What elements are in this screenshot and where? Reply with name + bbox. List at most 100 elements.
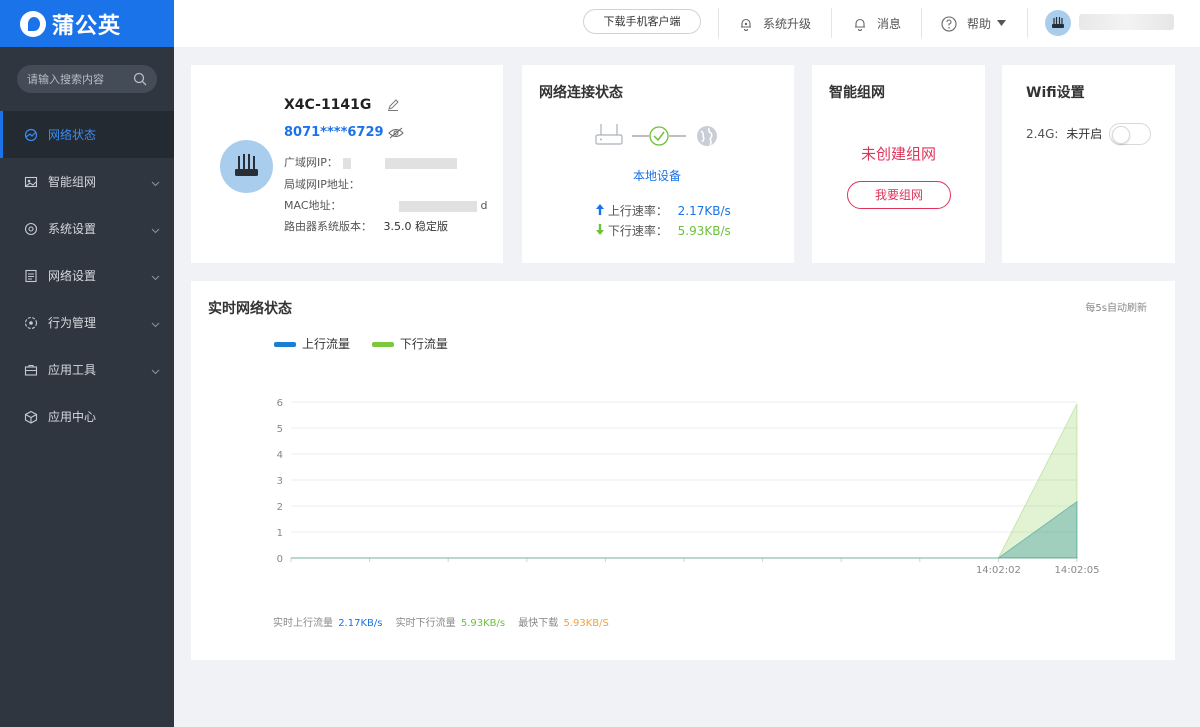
connection-ok-icon [632, 126, 686, 149]
upgrade-bell-icon [741, 18, 751, 31]
eye-hidden-icon[interactable] [388, 127, 404, 142]
wifi-card: Wifi设置 2.4G: 未开启 [1002, 65, 1175, 263]
header-divider [831, 8, 832, 38]
router-outline-icon [594, 121, 624, 150]
sidebar-item-app-center[interactable]: 应用中心 [0, 393, 174, 440]
mesh-card: 智能组网 未创建组网 我要组网 [812, 65, 985, 263]
wifi-band-label: 2.4G: [1026, 127, 1059, 141]
behavior-icon [24, 316, 38, 330]
sidebar-item-system-settings[interactable]: 系统设置 [0, 205, 174, 252]
mac-label: MAC地址： [284, 199, 342, 212]
chevron-down-icon [151, 176, 160, 190]
toolbox-icon [24, 363, 38, 377]
sidebar-item-label: 网络状态 [48, 128, 97, 142]
realtime-stats: 实时上行流量 2.17KB/s 实时下行流量 5.93KB/s 最快下载 5.9… [273, 614, 609, 629]
legend-label-down: 下行流量 [399, 337, 448, 351]
sidebar-item-tools[interactable]: 应用工具 [0, 346, 174, 393]
down-stat-label: 实时下行流量 [395, 618, 456, 629]
mesh-title: 智能组网 [829, 85, 885, 101]
edit-icon[interactable] [387, 99, 399, 114]
device-name: X4C-1141G [284, 97, 372, 113]
realtime-card: 实时网络状态 每5s自动刷新 上行流量 下行流量 0 1 2 3 4 5 6 14:02:02… [191, 281, 1175, 660]
wan-ip-row: 广域网IP： [284, 154, 457, 170]
mac-row: MAC地址： d [284, 197, 488, 213]
legend-swatch-down [371, 342, 394, 347]
up-stat-value: 2.17KB/s [338, 618, 383, 629]
header-divider [921, 8, 922, 38]
version-value: 3.5.0 稳定版 [383, 220, 449, 233]
y-tick-label: 1 [277, 528, 283, 539]
device-card: X4C-1141G 8071****6729 广域网IP： 局域网IP地址： M… [191, 65, 503, 263]
max-stat-label: 最快下载 [518, 618, 559, 629]
chevron-down-icon [151, 317, 160, 331]
logo-icon [20, 10, 46, 37]
messages-button[interactable]: 消息 [853, 0, 901, 47]
bell-icon [855, 18, 865, 31]
create-mesh-button[interactable]: 我要组网 [847, 181, 951, 209]
sidebar-item-network-status[interactable]: 网络状态 [0, 111, 174, 158]
connection-card: 网络连接状态 本地设备 上行速率： 2.17KB/s 下行速率： 5.93KB/… [522, 65, 794, 263]
sidebar-item-label: 系统设置 [48, 222, 97, 236]
legend-item-down[interactable]: 下行流量 [371, 337, 448, 351]
y-tick-label: 3 [277, 476, 283, 487]
realtime-title: 实时网络状态 [208, 301, 292, 317]
top-header: 下载手机客户端 系统升级 消息 帮助 [174, 0, 1200, 47]
down-stat-value: 5.93KB/s [460, 618, 506, 629]
y-tick-label: 6 [277, 398, 283, 409]
system-upgrade-button[interactable]: 系统升级 [739, 0, 811, 47]
search-icon[interactable] [133, 72, 147, 86]
arrow-up-icon [596, 204, 604, 215]
chart-legend: 上行流量 下行流量 [274, 335, 448, 352]
wifi-title: Wifi设置 [1026, 85, 1085, 101]
lan-ip-row: 局域网IP地址： [284, 176, 360, 192]
router-icon [1052, 17, 1064, 28]
brand-logo[interactable]: 蒲公英 [0, 0, 174, 47]
mesh-icon [24, 175, 38, 189]
version-row: 路由器系统版本： 3.5.0 稳定版 [284, 218, 448, 234]
download-rate-value: 5.93KB/s [677, 224, 731, 238]
sidebar-item-network-settings[interactable]: 网络设置 [0, 252, 174, 299]
legend-item-up[interactable]: 上行流量 [274, 337, 354, 351]
upload-rate-value: 2.17KB/s [677, 204, 731, 218]
redacted-value [399, 200, 478, 212]
user-avatar[interactable] [1045, 10, 1071, 36]
sidebar-item-behavior[interactable]: 行为管理 [0, 299, 174, 346]
sidebar: 蒲公英 网络状态 智能组网 系统设置 [0, 0, 174, 727]
sidebar-item-label: 行为管理 [48, 316, 97, 330]
sidebar-item-label: 应用工具 [48, 363, 97, 377]
up-stat-label: 实时上行流量 [273, 618, 333, 629]
chevron-down-icon [151, 364, 160, 378]
document-icon [24, 269, 38, 283]
upload-rate-row: 上行速率： 2.17KB/s [596, 202, 731, 219]
arrow-down-icon [596, 224, 604, 235]
refresh-note: 每5s自动刷新 [1085, 303, 1147, 314]
username-redacted[interactable] [1079, 14, 1174, 30]
mesh-status: 未创建组网 [860, 145, 936, 163]
x-tick-label: 14:02:05 [1055, 565, 1100, 576]
download-app-button[interactable]: 下载手机客户端 [583, 9, 701, 34]
search-input[interactable] [27, 72, 127, 86]
wifi-toggle[interactable] [1109, 123, 1151, 145]
device-sn: 8071****6729 [284, 125, 384, 140]
y-tick-label: 2 [277, 502, 283, 513]
network-status-icon [24, 128, 38, 142]
local-device-link[interactable]: 本地设备 [633, 167, 681, 184]
system-upgrade-label: 系统升级 [763, 17, 812, 31]
legend-label-up: 上行流量 [302, 337, 351, 351]
router-icon [235, 154, 258, 176]
lan-ip-label: 局域网IP地址： [284, 178, 360, 191]
sidebar-search [17, 65, 157, 93]
sidebar-item-mesh[interactable]: 智能组网 [0, 158, 174, 205]
download-rate-row: 下行速率： 5.93KB/s [596, 222, 731, 239]
series-area-up [291, 500, 1078, 559]
upload-rate-label: 上行速率： [607, 204, 668, 218]
help-menu[interactable]: 帮助 [941, 0, 1007, 47]
y-tick-label: 4 [277, 450, 283, 461]
version-label: 路由器系统版本： [284, 220, 372, 233]
wan-ip-label: 广域网IP： [284, 156, 338, 169]
redacted-value [343, 157, 352, 169]
sidebar-item-label: 应用中心 [48, 410, 97, 424]
sidebar-item-label: 网络设置 [48, 269, 97, 283]
brand-name: 蒲公英 [52, 13, 122, 39]
max-stat-value: 5.93KB/S [563, 618, 609, 629]
